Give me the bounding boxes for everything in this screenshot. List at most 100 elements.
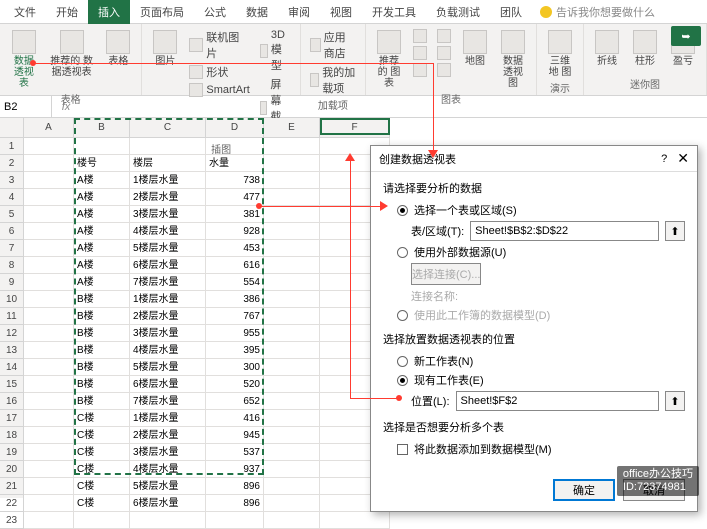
cell-C14[interactable]: 5楼层水量 xyxy=(130,359,206,376)
row-header-16[interactable]: 16 xyxy=(0,393,24,410)
cell-A20[interactable] xyxy=(24,461,74,478)
cell-E5[interactable] xyxy=(264,206,320,223)
row-header-2[interactable]: 2 xyxy=(0,155,24,172)
radio-existing-sheet[interactable] xyxy=(397,375,408,386)
cell-C17[interactable]: 1楼层水量 xyxy=(130,410,206,427)
cell-A23[interactable] xyxy=(24,512,74,529)
cell-B3[interactable]: A楼 xyxy=(74,172,130,189)
row-header-1[interactable]: 1 xyxy=(0,138,24,155)
cell-B23[interactable] xyxy=(74,512,130,529)
cell-B9[interactable]: A楼 xyxy=(74,274,130,291)
cell-E4[interactable] xyxy=(264,189,320,206)
cell-D23[interactable] xyxy=(206,512,264,529)
cell-E13[interactable] xyxy=(264,342,320,359)
tab-insert[interactable]: 插入 xyxy=(88,0,130,24)
3dmap-button[interactable]: 三维地 图 xyxy=(543,28,577,80)
cell-B7[interactable]: A楼 xyxy=(74,240,130,257)
cell-B2[interactable]: 楼号 xyxy=(74,155,130,172)
row-header-13[interactable]: 13 xyxy=(0,342,24,359)
cell-A9[interactable] xyxy=(24,274,74,291)
cell-C7[interactable]: 5楼层水量 xyxy=(130,240,206,257)
cell-A11[interactable] xyxy=(24,308,74,325)
cell-D13[interactable]: 395 xyxy=(206,342,264,359)
dialog-titlebar[interactable]: 创建数据透视表 ? ✕ xyxy=(371,146,697,172)
row-header-18[interactable]: 18 xyxy=(0,427,24,444)
cell-C1[interactable] xyxy=(130,138,206,155)
row-header-5[interactable]: 5 xyxy=(0,206,24,223)
help-icon[interactable]: ? xyxy=(661,153,667,165)
share-button[interactable]: ➥ xyxy=(671,26,701,46)
cell-C13[interactable]: 4楼层水量 xyxy=(130,342,206,359)
cell-C8[interactable]: 6楼层水量 xyxy=(130,257,206,274)
row-header-23[interactable]: 23 xyxy=(0,512,24,529)
cell-E6[interactable] xyxy=(264,223,320,240)
cell-B21[interactable]: C楼 xyxy=(74,478,130,495)
cell-D5[interactable]: 381 xyxy=(206,206,264,223)
row-header-4[interactable]: 4 xyxy=(0,189,24,206)
cell-A12[interactable] xyxy=(24,325,74,342)
row-header-12[interactable]: 12 xyxy=(0,325,24,342)
cell-E2[interactable] xyxy=(264,155,320,172)
pivot-table-button[interactable]: 数据 透视表 xyxy=(6,28,42,91)
cell-A14[interactable] xyxy=(24,359,74,376)
tab-view[interactable]: 视图 xyxy=(320,0,362,24)
cell-C22[interactable]: 6楼层水量 xyxy=(130,495,206,512)
row-header-14[interactable]: 14 xyxy=(0,359,24,376)
cell-D6[interactable]: 928 xyxy=(206,223,264,240)
cell-D1[interactable] xyxy=(206,138,264,155)
chart-type-1[interactable] xyxy=(410,28,430,44)
shapes-button[interactable]: 形状 xyxy=(186,63,252,81)
cell-E10[interactable] xyxy=(264,291,320,308)
col-header-E[interactable]: E xyxy=(264,118,320,138)
cell-B10[interactable]: B楼 xyxy=(74,291,130,308)
cell-C23[interactable] xyxy=(130,512,206,529)
cell-D12[interactable]: 955 xyxy=(206,325,264,342)
online-pic-button[interactable]: 联机图片 xyxy=(186,28,252,62)
chart-type-3[interactable] xyxy=(410,62,430,78)
cell-B6[interactable]: A楼 xyxy=(74,223,130,240)
tab-formulas[interactable]: 公式 xyxy=(194,0,236,24)
tell-me[interactable]: 告诉我你想要做什么 xyxy=(540,4,655,20)
cell-E1[interactable] xyxy=(264,138,320,155)
cell-A17[interactable] xyxy=(24,410,74,427)
cell-D8[interactable]: 616 xyxy=(206,257,264,274)
chart-type-2[interactable] xyxy=(410,45,430,61)
tab-home[interactable]: 开始 xyxy=(46,0,88,24)
close-icon[interactable]: ✕ xyxy=(677,150,689,167)
row-header-9[interactable]: 9 xyxy=(0,274,24,291)
cell-C11[interactable]: 2楼层水量 xyxy=(130,308,206,325)
row-header-21[interactable]: 21 xyxy=(0,478,24,495)
cell-D15[interactable]: 520 xyxy=(206,376,264,393)
3dmodel-button[interactable]: 3D 模型 xyxy=(257,28,294,74)
row-header-17[interactable]: 17 xyxy=(0,410,24,427)
radio-range[interactable] xyxy=(397,205,408,216)
cell-B20[interactable]: C楼 xyxy=(74,461,130,478)
cell-D3[interactable]: 738 xyxy=(206,172,264,189)
cell-A13[interactable] xyxy=(24,342,74,359)
cell-F23[interactable] xyxy=(320,512,390,529)
cell-E18[interactable] xyxy=(264,427,320,444)
chart-type-5[interactable] xyxy=(434,45,454,61)
cell-E12[interactable] xyxy=(264,325,320,342)
row-header-3[interactable]: 3 xyxy=(0,172,24,189)
cell-D4[interactable]: 477 xyxy=(206,189,264,206)
cell-C15[interactable]: 6楼层水量 xyxy=(130,376,206,393)
cell-D14[interactable]: 300 xyxy=(206,359,264,376)
cell-C4[interactable]: 2楼层水量 xyxy=(130,189,206,206)
table-button[interactable]: 表格 xyxy=(101,28,135,69)
cell-D17[interactable]: 416 xyxy=(206,410,264,427)
cell-B8[interactable]: A楼 xyxy=(74,257,130,274)
cell-D9[interactable]: 554 xyxy=(206,274,264,291)
row-header-8[interactable]: 8 xyxy=(0,257,24,274)
cell-B15[interactable]: B楼 xyxy=(74,376,130,393)
row-header-11[interactable]: 11 xyxy=(0,308,24,325)
cell-D22[interactable]: 896 xyxy=(206,495,264,512)
ok-button[interactable]: 确定 xyxy=(553,479,615,501)
cell-C2[interactable]: 楼层 xyxy=(130,155,206,172)
cell-E16[interactable] xyxy=(264,393,320,410)
cell-E15[interactable] xyxy=(264,376,320,393)
tab-team[interactable]: 团队 xyxy=(490,0,532,24)
cell-B14[interactable]: B楼 xyxy=(74,359,130,376)
cell-C9[interactable]: 7楼层水量 xyxy=(130,274,206,291)
cell-B11[interactable]: B楼 xyxy=(74,308,130,325)
